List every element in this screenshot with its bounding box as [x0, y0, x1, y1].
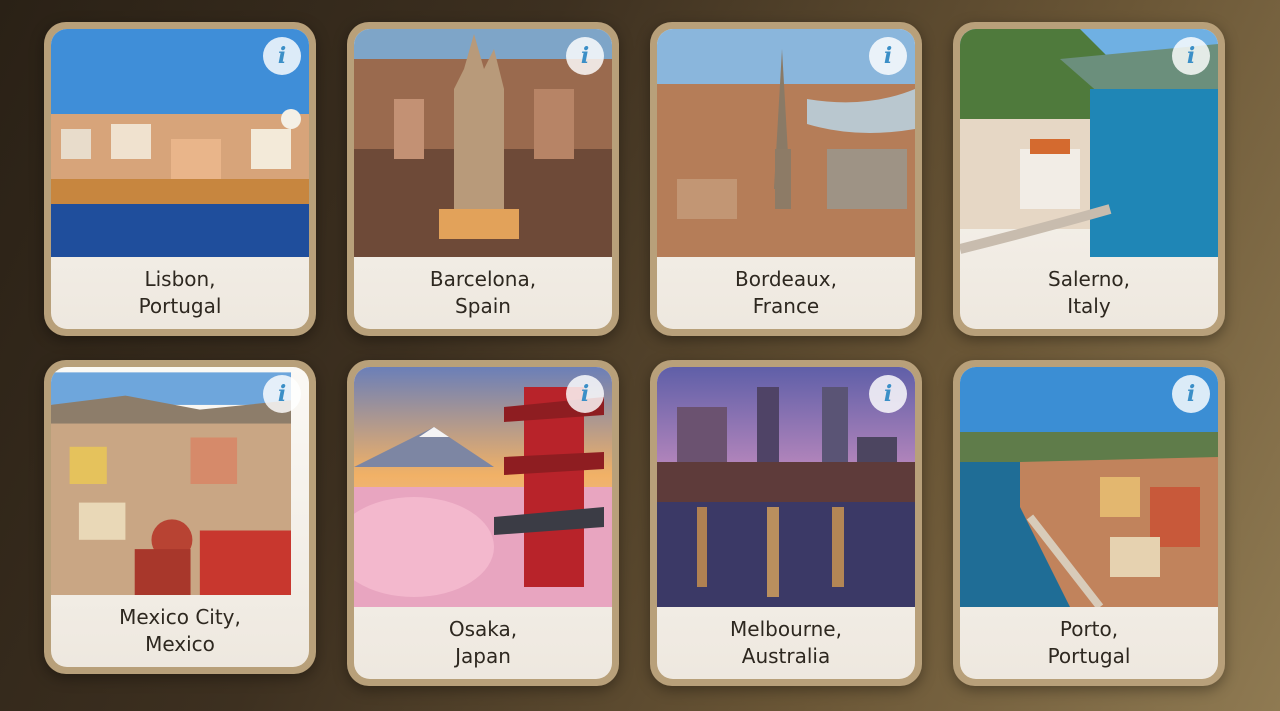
card-body: i Mexico City, Mexico	[51, 367, 309, 667]
destination-photo: i	[960, 367, 1218, 607]
info-icon: i	[883, 381, 893, 407]
destination-label: Mexico City, Mexico	[51, 595, 309, 667]
info-icon: i	[580, 43, 590, 69]
destination-photo: i	[657, 367, 915, 607]
info-icon: i	[580, 381, 590, 407]
destination-card-lisbon[interactable]: i Lisbon, Portugal	[44, 22, 316, 336]
destination-photo: i	[354, 367, 612, 607]
destination-label: Barcelona, Spain	[354, 257, 612, 329]
destination-label: Melbourne, Australia	[657, 607, 915, 679]
city-name: Lisbon,	[144, 267, 216, 291]
card-body: i Porto, Portugal	[960, 367, 1218, 679]
info-icon: i	[1186, 43, 1196, 69]
card-body: i Barcelona, Spain	[354, 29, 612, 329]
card-body: i Bordeaux, France	[657, 29, 915, 329]
info-icon: i	[277, 381, 287, 407]
card-body: i Salerno, Italy	[960, 29, 1218, 329]
destination-grid: i Lisbon, Portugal i Barcelona, Spain i …	[0, 0, 1280, 711]
card-body: i Osaka, Japan	[354, 367, 612, 679]
destination-photo: i	[354, 29, 612, 257]
destination-label: Lisbon, Portugal	[51, 257, 309, 329]
city-name: Melbourne,	[730, 617, 842, 641]
info-button[interactable]: i	[1172, 375, 1210, 413]
destination-card-bordeaux[interactable]: i Bordeaux, France	[650, 22, 922, 336]
info-button[interactable]: i	[566, 37, 604, 75]
info-icon: i	[1186, 381, 1196, 407]
city-name: Barcelona,	[429, 267, 537, 291]
destination-card-barcelona[interactable]: i Barcelona, Spain	[347, 22, 619, 336]
country-name: Australia	[741, 644, 831, 668]
destination-label: Bordeaux, France	[657, 257, 915, 329]
country-name: Mexico	[145, 632, 215, 656]
info-button[interactable]: i	[869, 37, 907, 75]
info-button[interactable]: i	[263, 37, 301, 75]
info-button[interactable]: i	[566, 375, 604, 413]
country-name: Portugal	[138, 294, 222, 318]
city-name: Osaka,	[448, 617, 518, 641]
city-name: Mexico City,	[119, 605, 241, 629]
info-button[interactable]: i	[263, 375, 301, 413]
card-body: i Melbourne, Australia	[657, 367, 915, 679]
country-name: Portugal	[1047, 644, 1131, 668]
city-name: Bordeaux,	[735, 267, 837, 291]
destination-card-porto[interactable]: i Porto, Portugal	[953, 360, 1225, 686]
info-icon: i	[883, 43, 893, 69]
destination-card-melbourne[interactable]: i Melbourne, Australia	[650, 360, 922, 686]
card-body: i Lisbon, Portugal	[51, 29, 309, 329]
country-name: France	[752, 294, 820, 318]
destination-photo: i	[657, 29, 915, 257]
info-icon: i	[277, 43, 287, 69]
city-name: Salerno,	[1048, 267, 1130, 291]
destination-photo: i	[51, 29, 309, 257]
destination-label: Salerno, Italy	[960, 257, 1218, 329]
destination-photo: i	[960, 29, 1218, 257]
country-name: Japan	[455, 644, 511, 668]
destination-label: Osaka, Japan	[354, 607, 612, 679]
info-button[interactable]: i	[1172, 37, 1210, 75]
destination-card-mexico-city[interactable]: i Mexico City, Mexico	[44, 360, 316, 674]
destination-label: Porto, Portugal	[960, 607, 1218, 679]
destination-card-salerno[interactable]: i Salerno, Italy	[953, 22, 1225, 336]
destination-card-osaka[interactable]: i Osaka, Japan	[347, 360, 619, 686]
country-name: Italy	[1067, 294, 1111, 318]
country-name: Spain	[455, 294, 511, 318]
info-button[interactable]: i	[869, 375, 907, 413]
destination-photo: i	[51, 367, 309, 595]
city-name: Porto,	[1059, 617, 1119, 641]
